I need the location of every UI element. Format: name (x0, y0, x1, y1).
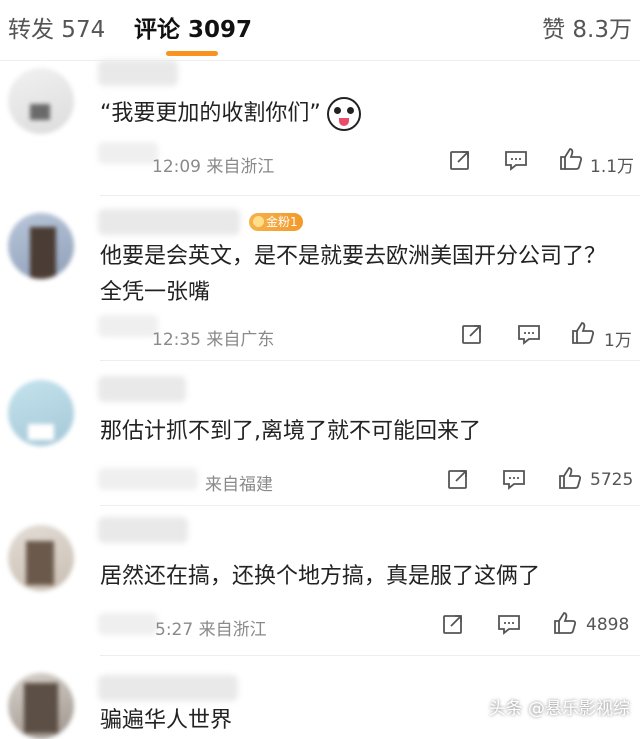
avatar[interactable] (8, 213, 74, 279)
comment-meta: 12:35 来自广东 (152, 330, 275, 350)
reply-icon[interactable] (496, 612, 522, 636)
share-icon[interactable] (460, 322, 484, 346)
reply-icon[interactable] (503, 148, 529, 172)
avatar[interactable] (8, 525, 74, 591)
comment-item: 金粉1 他要是会英文，是不是就要去欧洲美国开分公司了？全凭一张嘴 12:35 来… (0, 195, 640, 360)
share-icon[interactable] (448, 148, 472, 172)
comment-text: 那估计抓不到了,离境了就不可能回来了 (100, 419, 481, 444)
like-icon[interactable] (570, 320, 596, 346)
comment-item: “我要更加的收割你们” 12:09 来自浙江 1.1万 (0, 60, 640, 195)
avatar[interactable] (8, 380, 74, 446)
panda-tongue-emoji (326, 97, 361, 131)
fan-badge: 金粉1 (249, 213, 303, 231)
username[interactable] (98, 60, 178, 86)
like-icon[interactable] (557, 465, 583, 491)
like-icon[interactable] (552, 610, 578, 636)
share-icon[interactable] (441, 612, 465, 636)
tab-reposts[interactable]: 转发 574 (8, 10, 105, 44)
like-icon[interactable] (558, 146, 584, 172)
source-watermark: 头条 @悬乐影视综 (488, 699, 630, 719)
comment-tabs: 转发 574 评论 3097 赞 8.3万 (0, 0, 640, 58)
comment-item: 那估计抓不到了,离境了就不可能回来了 来自福建 5725 (0, 360, 640, 505)
comment-meta: 5:27 来自浙江 (155, 620, 267, 640)
username[interactable] (98, 517, 188, 543)
comment-text: 他要是会英文，是不是就要去欧洲美国开分公司了？全凭一张嘴 (100, 244, 607, 305)
like-count: 1万 (604, 331, 632, 351)
username[interactable] (98, 209, 240, 235)
comment-meta: 来自福建 (205, 475, 273, 495)
comment-text: 居然还在搞，还换个地方搞，真是服了这俩了 (100, 564, 541, 589)
reply-icon[interactable] (501, 467, 527, 491)
comment-item: 居然还在搞，还换个地方搞，真是服了这俩了 5:27 来自浙江 4898 (0, 505, 640, 655)
like-count: 5725 (590, 470, 634, 490)
avatar[interactable] (8, 68, 74, 134)
share-icon[interactable] (446, 467, 470, 491)
like-count: 4898 (586, 615, 630, 635)
username[interactable] (98, 376, 186, 402)
comment-meta: 12:09 来自浙江 (152, 157, 275, 177)
username[interactable] (98, 675, 238, 701)
comment-item: 骗遍华人世界 (0, 655, 640, 739)
comment-text: “我要更加的收割你们” (100, 96, 620, 132)
reply-icon[interactable] (516, 322, 542, 346)
tab-likes[interactable]: 赞 8.3万 (542, 10, 632, 44)
active-tab-indicator (166, 51, 218, 56)
like-count: 1.1万 (590, 157, 635, 177)
tab-comments[interactable]: 评论 3097 (134, 10, 252, 44)
avatar[interactable] (8, 673, 74, 739)
